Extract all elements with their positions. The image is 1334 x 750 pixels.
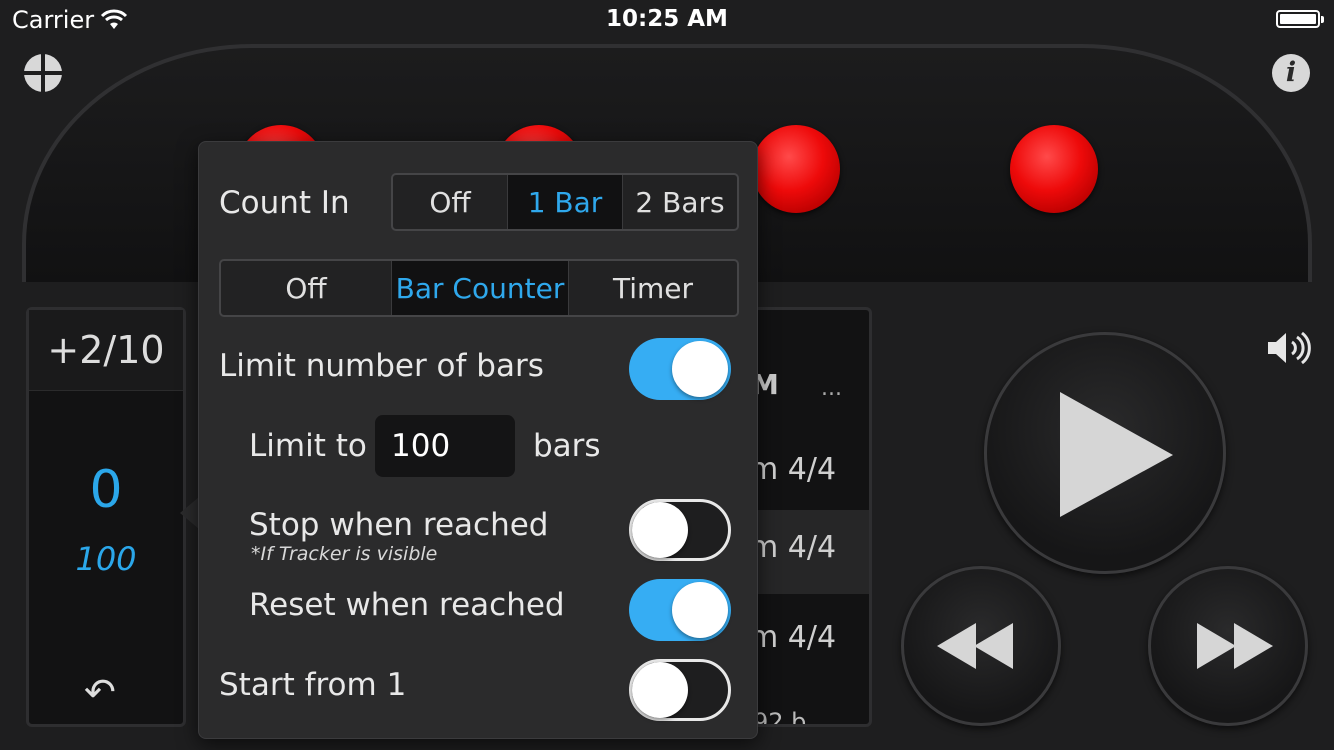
play-button[interactable] <box>984 332 1226 574</box>
start-from-1-label: Start from 1 <box>219 667 407 703</box>
limit-bars-label: Limit number of bars <box>219 348 544 384</box>
fast-forward-button[interactable] <box>1148 566 1308 726</box>
count-in-1-bar-option[interactable]: 1 Bar <box>507 175 622 229</box>
play-icon <box>1060 392 1173 517</box>
stop-when-reached-note: *If Tracker is visible <box>251 543 438 565</box>
limit-to-input[interactable]: 100 <box>375 415 515 477</box>
mode-timer-option[interactable]: Timer <box>568 261 737 315</box>
grid-icon[interactable] <box>24 54 62 92</box>
reset-when-reached-toggle[interactable] <box>629 579 731 641</box>
count-in-segmented-control[interactable]: Off 1 Bar 2 Bars <box>391 173 739 231</box>
reset-when-reached-label: Reset when reached <box>249 587 565 623</box>
undo-icon[interactable]: ↶ <box>84 670 116 714</box>
rewind-button[interactable] <box>901 566 1061 726</box>
limit-bars-toggle[interactable] <box>629 338 731 400</box>
beat-light-4 <box>1010 125 1098 213</box>
battery-icon <box>1276 10 1324 28</box>
bar-limit-value: 100 <box>75 540 137 578</box>
list-item-label: m 4/4 <box>749 452 837 487</box>
rewind-icon <box>937 623 1013 669</box>
stop-when-reached-toggle[interactable] <box>629 499 731 561</box>
count-in-off-option[interactable]: Off <box>393 175 507 229</box>
count-in-label: Count In <box>219 185 350 221</box>
bar-counter-panel[interactable]: +2/10 0 100 ↶ <box>26 307 186 727</box>
current-bar-count: 0 <box>89 460 123 520</box>
status-bar: Carrier 10:25 AM <box>0 0 1334 40</box>
list-item-label: m 4/4 <box>749 620 837 655</box>
limit-to-label: Limit to <box>249 428 367 464</box>
fast-forward-icon <box>1197 623 1273 669</box>
mode-segmented-control[interactable]: Off Bar Counter Timer <box>219 259 739 317</box>
beat-light-3 <box>752 125 840 213</box>
list-item-partial: 92 b <box>753 708 807 727</box>
popover-arrow <box>180 497 199 529</box>
counter-offset: +2/10 <box>47 328 165 372</box>
mode-bar-counter-option[interactable]: Bar Counter <box>391 261 568 315</box>
info-icon[interactable]: i <box>1272 54 1310 92</box>
counter-offset-header[interactable]: +2/10 <box>29 310 183 391</box>
limit-to-unit: bars <box>533 428 601 464</box>
bar-counter-settings-popover: Count In Off 1 Bar 2 Bars Off Bar Counte… <box>198 141 758 739</box>
count-in-2-bars-option[interactable]: 2 Bars <box>622 175 737 229</box>
mode-off-option[interactable]: Off <box>221 261 391 315</box>
start-from-1-toggle[interactable] <box>629 659 731 721</box>
list-more-icon[interactable]: ... <box>821 376 842 401</box>
stop-when-reached-label: Stop when reached <box>249 507 549 543</box>
volume-icon[interactable] <box>1266 330 1314 366</box>
clock: 10:25 AM <box>606 6 728 32</box>
list-item-label: m 4/4 <box>749 530 837 565</box>
